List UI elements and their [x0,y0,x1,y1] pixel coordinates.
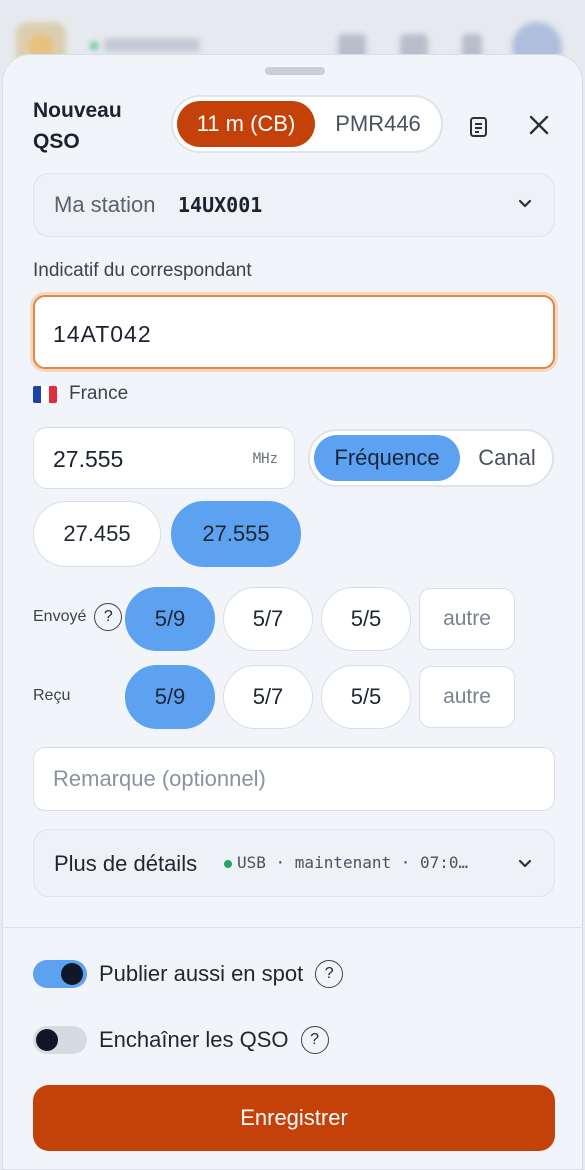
band-option-pmr446[interactable]: PMR446 [319,101,437,147]
sheet-drag-handle[interactable] [265,67,325,75]
country-indicator: France [33,383,128,405]
chain-qso-toggle[interactable] [33,1026,87,1054]
details-summary: USB · maintenant · 07:0… [237,853,469,872]
band-option-cb[interactable]: 11 m (CB) [177,101,315,147]
help-icon[interactable]: ? [315,960,344,988]
france-flag-icon [33,385,57,403]
remark-input[interactable]: Remarque (optionnel) [33,747,555,811]
report-sent-label: Envoyé [33,608,87,625]
frequency-input[interactable]: 27.555 MHz [33,427,295,489]
station-label: Ma station [54,192,156,217]
help-icon[interactable]: ? [300,1026,329,1054]
spot-toggle[interactable] [33,960,87,988]
clipboard-icon[interactable] [459,107,499,147]
report-received-label-group: Reçu [33,687,70,705]
report-sent-option-55[interactable]: 5/5 [321,587,411,651]
chevron-down-icon [516,854,534,877]
recent-frequency-chip[interactable]: 27.455 [33,501,161,567]
remark-placeholder: Remarque (optionnel) [53,766,266,791]
mode-option-canal[interactable]: Canal [462,435,552,481]
close-icon[interactable] [519,105,559,145]
spot-toggle-label: Publier aussi en spot [99,961,304,986]
status-dot-icon [224,860,232,868]
report-sent-option-59[interactable]: 5/9 [125,587,215,651]
spot-option-row: Publier aussi en spot ? [33,960,344,988]
correspondent-callsign-input[interactable]: 14AT042 [33,295,555,369]
mode-option-frequence[interactable]: Fréquence [314,435,460,481]
correspondent-callsign-value: 14AT042 [53,321,152,347]
chain-qso-toggle-label: Enchaîner les QSO [99,1027,289,1052]
report-received-option-59[interactable]: 5/9 [125,665,215,729]
report-received-other-input[interactable]: autre [419,666,515,728]
report-received-option-55[interactable]: 5/5 [321,665,411,729]
report-sent-other-input[interactable]: autre [419,588,515,650]
station-selector[interactable]: Ma station 14UX001 [33,173,555,237]
frequency-unit: MHz [252,451,278,467]
new-qso-sheet: Nouveau QSO 11 m (CB) PMR446 Ma station … [2,54,583,1170]
toggle-knob [61,963,83,985]
chain-option-row: Enchaîner les QSO ? [33,1026,329,1054]
help-icon[interactable]: ? [94,603,123,631]
online-status-dot [90,42,98,50]
toggle-knob [36,1029,58,1051]
background-status-text [104,38,200,52]
report-sent-option-57[interactable]: 5/7 [223,587,313,651]
chevron-down-icon [516,194,534,217]
country-name: France [69,383,129,404]
report-sent-label-group: Envoyé ? [33,603,123,631]
frequency-mode-switch: Fréquence Canal [308,429,554,487]
more-details-label: Plus de détails [54,851,198,876]
recent-frequency-chip-selected[interactable]: 27.555 [171,501,301,567]
report-received-label: Reçu [33,687,71,704]
station-callsign: 14UX001 [178,193,263,217]
more-details-expander[interactable]: Plus de détails USB · maintenant · 07:0… [33,829,555,897]
frequency-value: 27.555 [53,446,124,472]
save-button[interactable]: Enregistrer [33,1085,555,1151]
sheet-title: Nouveau QSO [33,99,122,153]
correspondent-label: Indicatif du correspondant [33,260,252,281]
report-received-option-57[interactable]: 5/7 [223,665,313,729]
band-switch: 11 m (CB) PMR446 [171,95,443,153]
